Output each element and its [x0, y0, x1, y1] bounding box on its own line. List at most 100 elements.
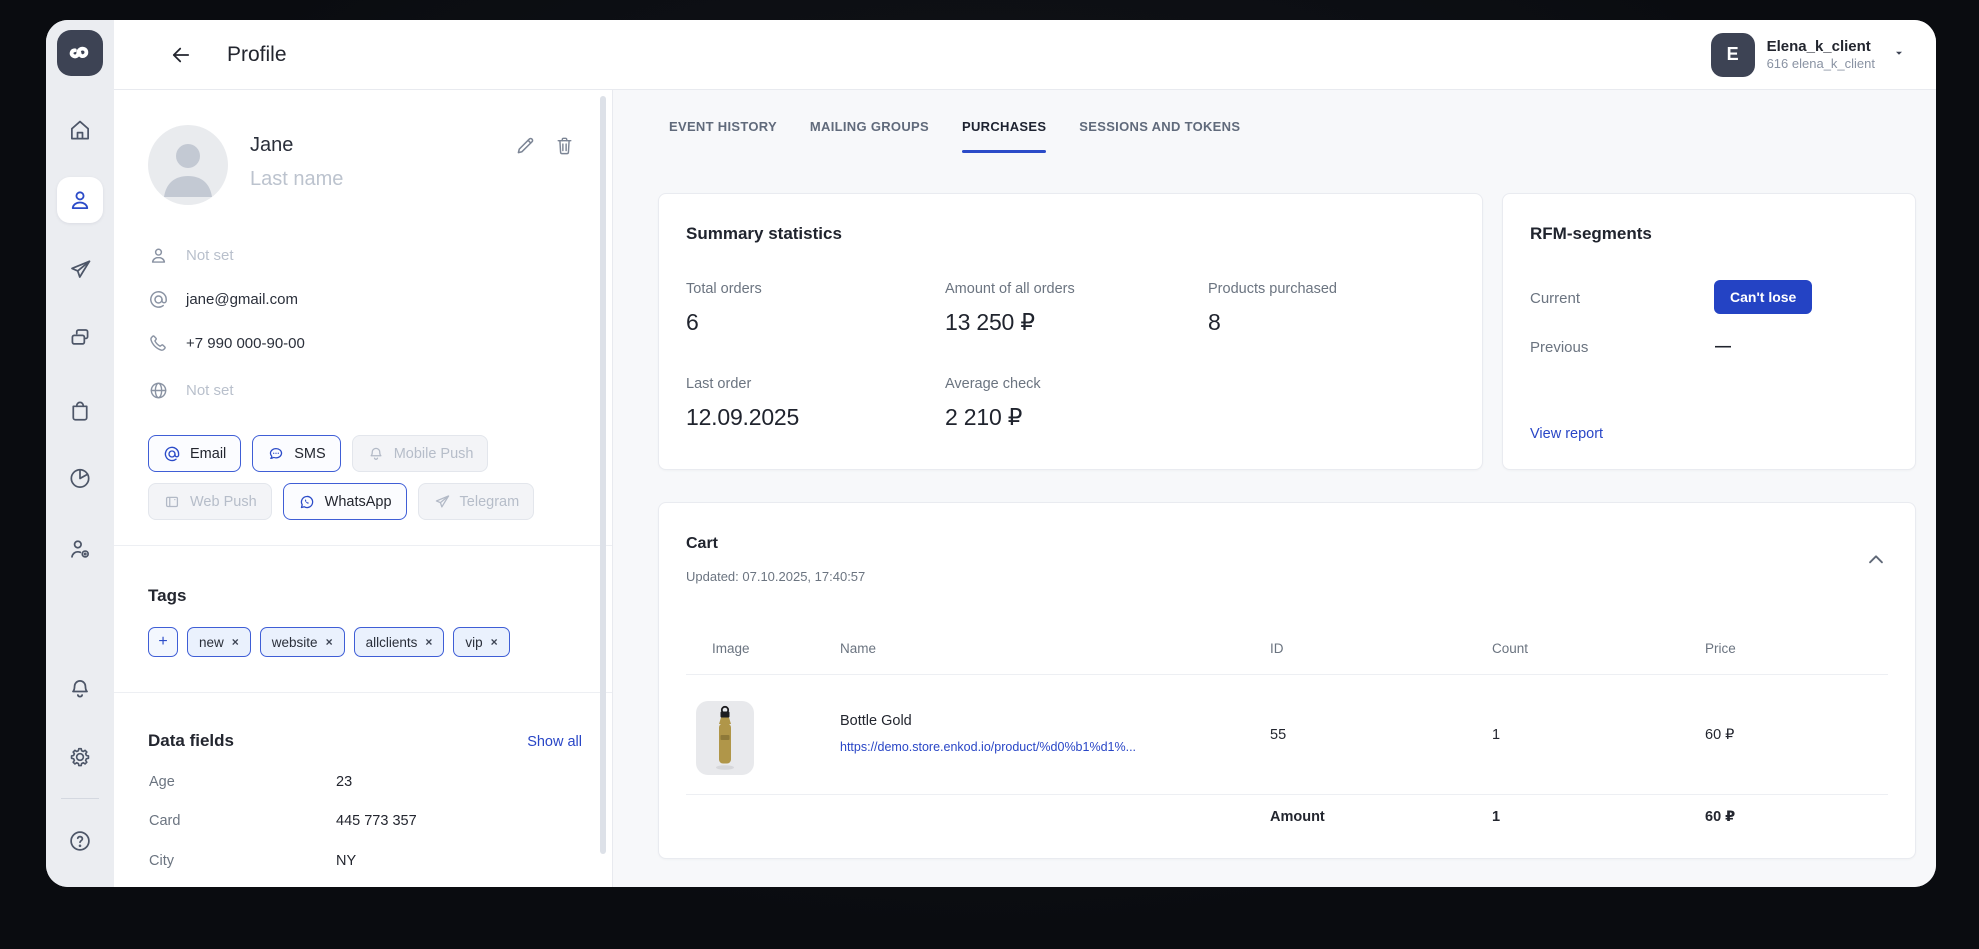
sidebar-item-analytics[interactable] — [60, 458, 100, 498]
tag-label: new — [199, 635, 224, 650]
main-area: EVENT HISTORY MAILING GROUPS PURCHASES S… — [613, 90, 1936, 887]
page-title: Profile — [227, 43, 287, 67]
contact-row-email: jane@gmail.com — [148, 287, 298, 311]
channels-row-2: Web Push WhatsApp Telegram — [148, 483, 534, 520]
whatsapp-icon — [298, 493, 316, 511]
channel-label: Email — [190, 446, 226, 462]
remove-tag-icon[interactable]: × — [491, 635, 498, 649]
back-button[interactable] — [168, 42, 194, 68]
sidebar-item-messages[interactable] — [60, 250, 100, 290]
sidebar-item-notifications[interactable] — [60, 669, 100, 709]
summary-statistics-card: Summary statistics Total orders 6 Amount… — [658, 193, 1483, 470]
tag-label: allclients — [366, 635, 418, 650]
stat-value: 12.09.2025 — [686, 404, 799, 431]
tag-chip-vip[interactable]: vip × — [453, 627, 509, 657]
tab-bar: EVENT HISTORY MAILING GROUPS PURCHASES S… — [669, 90, 1240, 153]
tag-chip-new[interactable]: new × — [187, 627, 251, 657]
stat-value: 13 250 ₽ — [945, 309, 1075, 336]
rfm-current-badge: Can't lose — [1714, 280, 1812, 314]
product-id: 55 — [1270, 727, 1286, 743]
field-value: NY — [336, 853, 356, 869]
profile-avatar — [148, 125, 228, 205]
globe-icon — [148, 380, 169, 401]
windows-icon — [67, 325, 93, 351]
rfm-previous-label: Previous — [1530, 339, 1588, 356]
product-price: 60 ₽ — [1705, 727, 1734, 743]
sidebar-item-store[interactable] — [60, 390, 100, 430]
last-name-placeholder: Last name — [250, 168, 343, 191]
channel-email[interactable]: Email — [148, 435, 241, 472]
arrow-left-icon — [169, 43, 193, 67]
total-price: 60 ₽ — [1705, 809, 1735, 825]
remove-tag-icon[interactable]: × — [425, 635, 432, 649]
panel-divider — [114, 545, 612, 546]
sidebar-item-account-management[interactable] — [60, 529, 100, 569]
at-icon — [163, 445, 181, 463]
stat-products-purchased: Products purchased 8 — [1208, 280, 1337, 336]
app-logo[interactable] — [57, 30, 103, 76]
tag-label: vip — [465, 635, 482, 650]
sidebar-item-profiles[interactable] — [57, 177, 103, 223]
channel-telegram[interactable]: Telegram — [418, 483, 535, 520]
data-fields-title: Data fields — [148, 731, 234, 751]
total-count: 1 — [1492, 809, 1500, 825]
person-icon — [67, 187, 93, 213]
stat-label: Average check — [945, 375, 1041, 393]
contact-name-value: Not set — [186, 247, 234, 264]
stat-total-orders: Total orders 6 — [686, 280, 762, 336]
remove-tag-icon[interactable]: × — [326, 635, 333, 649]
bell-icon — [367, 445, 385, 463]
nav-sidebar — [46, 20, 114, 887]
field-value: 23 — [336, 774, 352, 790]
tab-event-history[interactable]: EVENT HISTORY — [669, 90, 777, 153]
field-label: City — [149, 853, 174, 869]
tag-chip-website[interactable]: website × — [260, 627, 345, 657]
stat-value: 2 210 ₽ — [945, 404, 1041, 431]
bell-icon — [67, 676, 93, 702]
user-meta: 616 elena_k_client — [1767, 56, 1875, 72]
profile-panel: Jane Last name — [114, 90, 613, 887]
channel-sms[interactable]: SMS — [252, 435, 340, 472]
cart-updated: Updated: 07.10.2025, 17:40:57 — [686, 569, 865, 584]
panel-divider — [114, 692, 612, 693]
delete-profile-button[interactable] — [551, 132, 577, 158]
channel-whatsapp[interactable]: WhatsApp — [283, 483, 407, 520]
sidebar-item-home[interactable] — [60, 110, 100, 150]
sidebar-item-help[interactable] — [60, 821, 100, 861]
show-all-link[interactable]: Show all — [527, 734, 582, 750]
channel-web-push[interactable]: Web Push — [148, 483, 272, 520]
product-count: 1 — [1492, 727, 1500, 743]
logo-squiggle-icon — [65, 38, 95, 68]
cart-title: Cart — [686, 535, 718, 553]
tab-purchases[interactable]: PURCHASES — [962, 90, 1046, 153]
user-settings-icon — [67, 536, 93, 562]
tab-mailing-groups[interactable]: MAILING GROUPS — [810, 90, 929, 153]
first-name: Jane — [250, 134, 293, 157]
sidebar-divider — [61, 798, 99, 799]
remove-tag-icon[interactable]: × — [232, 635, 239, 649]
user-name: Elena_k_client — [1767, 38, 1875, 56]
product-image — [696, 701, 754, 775]
add-tag-button[interactable]: + — [148, 627, 178, 657]
field-value: 445 773 357 — [336, 813, 417, 829]
edit-profile-button[interactable] — [512, 132, 538, 158]
trash-icon — [553, 134, 576, 157]
tags-row: + new × website × allclients × — [148, 627, 510, 657]
chevron-down-icon — [1893, 46, 1905, 64]
stat-amount-all-orders: Amount of all orders 13 250 ₽ — [945, 280, 1075, 336]
view-report-link[interactable]: View report — [1530, 426, 1603, 442]
user-menu[interactable]: E Elena_k_client 616 elena_k_client — [1711, 33, 1905, 77]
shopping-bag-icon — [67, 397, 93, 423]
collapse-cart-button[interactable] — [1865, 549, 1887, 571]
channel-mobile-push[interactable]: Mobile Push — [352, 435, 489, 472]
channel-label: Telegram — [460, 494, 520, 510]
sidebar-item-settings[interactable] — [60, 737, 100, 777]
sidebar-item-pages[interactable] — [60, 318, 100, 358]
summary-title: Summary statistics — [686, 224, 842, 244]
user-avatar: E — [1711, 33, 1755, 77]
product-url-link[interactable]: https://demo.store.enkod.io/product/%d0%… — [840, 740, 1136, 754]
panel-scrollbar[interactable] — [600, 96, 606, 854]
tab-sessions-and-tokens[interactable]: SESSIONS AND TOKENS — [1079, 90, 1240, 153]
tag-chip-allclients[interactable]: allclients × — [354, 627, 445, 657]
rfm-previous-value: — — [1715, 338, 1731, 356]
